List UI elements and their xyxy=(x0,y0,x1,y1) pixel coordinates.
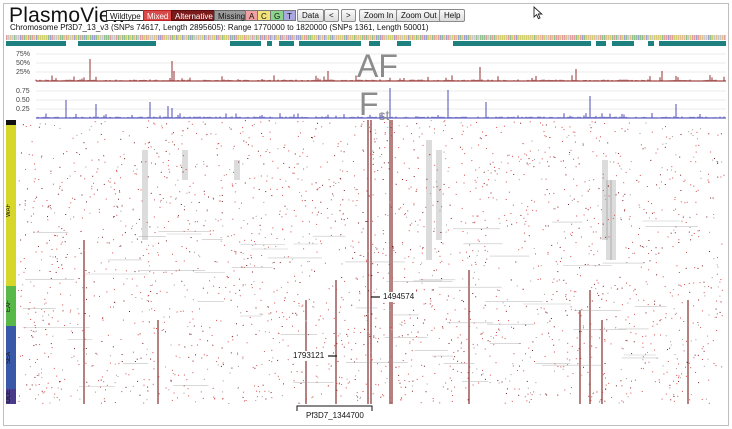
gene-label: Pf3D7_1344700 xyxy=(306,411,364,420)
marker-2-label: 1793121 xyxy=(292,351,326,361)
marker-1-label: 1494574 xyxy=(382,292,416,302)
annotation-overlay xyxy=(296,296,380,411)
